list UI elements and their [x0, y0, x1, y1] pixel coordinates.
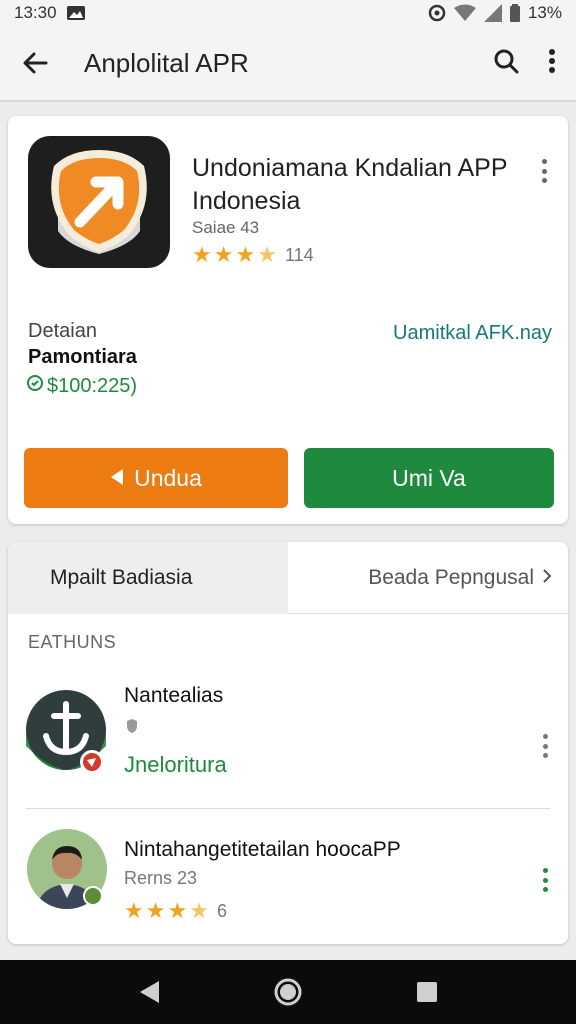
item-title: Nantealias: [124, 684, 224, 707]
alarm-icon: [428, 4, 446, 22]
signal-icon: [483, 4, 502, 22]
app-toolbar: Anplolital APR: [0, 26, 576, 102]
details-label: Detaian: [28, 320, 97, 342]
search-icon[interactable]: [492, 47, 520, 80]
list-item[interactable]: Nintahangetitetailan hoocaPP Rerns 23 ★ …: [8, 812, 568, 942]
tab-other-label: Beada Pepngusal: [368, 566, 534, 589]
item-publisher[interactable]: Jneloritura: [124, 752, 227, 778]
nav-back-icon[interactable]: [129, 972, 169, 1012]
open-label: Umi Va: [392, 464, 466, 491]
tab-other[interactable]: Beada Pepngusal: [288, 542, 568, 614]
app-detail-card: Undoniamana Kndalian APP Indonesia Saiae…: [8, 116, 568, 524]
wifi-icon: [453, 4, 476, 22]
battery-icon: [509, 4, 520, 22]
open-button[interactable]: Umi Va: [304, 448, 554, 508]
star-icon: ★: [235, 242, 256, 267]
battery-percent: 13%: [527, 3, 562, 22]
back-arrow-icon[interactable]: [0, 25, 70, 101]
tab-bar: Mpailt Badiasia Beada Pepngusal: [8, 542, 568, 614]
star-half-icon: ★: [189, 898, 209, 923]
star-half-icon: ★: [257, 242, 277, 267]
image-icon: [66, 6, 85, 20]
developer-link[interactable]: Uamitkal AFK.nay: [393, 322, 552, 345]
item-rating: ★ ★ ★ ★ 6: [124, 900, 227, 922]
play-left-icon: [110, 465, 124, 492]
shield-icon: [126, 718, 138, 739]
anchor-app-icon: [26, 686, 106, 778]
app-logo-icon: [28, 136, 170, 268]
divider: [26, 808, 550, 809]
download-button[interactable]: Undua: [24, 448, 288, 508]
status-bar: 13:30 13%: [0, 0, 576, 26]
tab-active-label: Mpailt Badiasia: [50, 566, 193, 589]
star-icon: ★: [124, 898, 144, 923]
section-label: EATHUNS: [28, 632, 117, 652]
rating-count: 6: [216, 900, 227, 921]
app-title: Undoniamana Kndalian APP Indonesia: [192, 154, 508, 215]
avatar: [26, 828, 108, 910]
app-more-icon[interactable]: [534, 156, 554, 186]
star-icon: ★: [145, 898, 166, 923]
tab-active[interactable]: Mpailt Badiasia: [8, 542, 288, 614]
item-subtitle: Rerns 23: [124, 868, 198, 888]
star-icon: ★: [213, 242, 234, 267]
details-value: Pamontiara: [28, 346, 137, 368]
star-icon: ★: [192, 242, 212, 267]
app-rating: ★ ★ ★ ★ 114: [192, 244, 314, 266]
star-icon: ★: [167, 898, 188, 923]
item-more-icon[interactable]: [540, 734, 550, 758]
rating-count: 114: [284, 244, 314, 265]
item-title: Nintahangetitetailan hoocaPP: [124, 838, 401, 861]
item-more-icon[interactable]: [540, 868, 550, 892]
more-vert-icon[interactable]: [548, 48, 556, 79]
tag-icon: [26, 374, 44, 398]
download-label: Undua: [134, 464, 202, 491]
nav-recents-icon[interactable]: [407, 972, 447, 1012]
nav-home-icon[interactable]: [268, 972, 308, 1012]
price-value: $100:225): [47, 374, 138, 397]
system-nav-bar: [0, 960, 576, 1024]
app-developer: Saiae 43: [192, 218, 260, 237]
toolbar-title: Anplolital APR: [84, 47, 249, 78]
related-apps-card: Mpailt Badiasia Beada Pepngusal EATHUNS …: [8, 542, 568, 944]
price-text: $100:225): [26, 374, 137, 398]
chevron-right-icon: [542, 566, 552, 590]
status-time: 13:30: [14, 3, 57, 22]
list-item[interactable]: Nantealias Jneloritura: [8, 674, 568, 810]
